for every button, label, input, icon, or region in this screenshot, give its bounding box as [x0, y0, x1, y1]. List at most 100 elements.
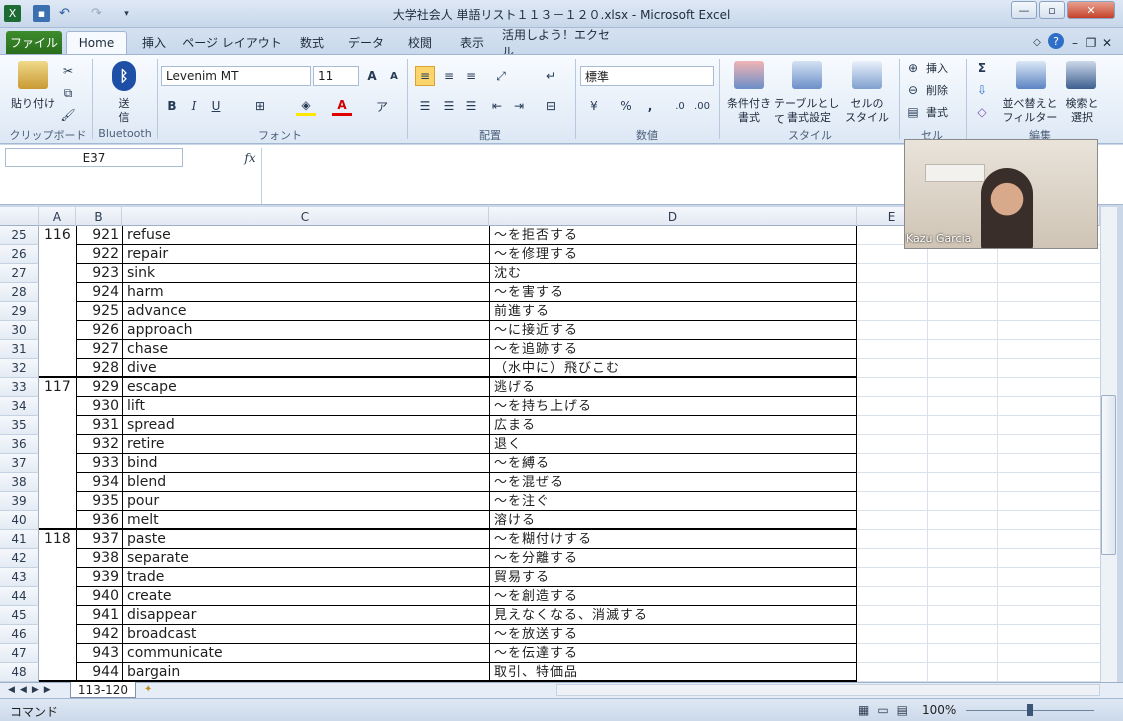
row-header[interactable]: 38 [0, 473, 39, 492]
tab-review[interactable]: 校閲 [398, 31, 442, 54]
bluetooth-icon[interactable]: ᛒ [112, 61, 136, 91]
grow-font-button[interactable]: A [362, 66, 382, 86]
cell-word[interactable]: dive [122, 359, 489, 378]
cell-meaning[interactable]: ～を追跡する [489, 340, 857, 359]
tab-page-layout[interactable]: ページ レイアウト [182, 31, 282, 54]
cell-group[interactable] [39, 359, 76, 378]
cell-number[interactable]: 940 [76, 587, 122, 606]
cell-meaning[interactable]: ～を修理する [489, 245, 857, 264]
cell-meaning[interactable]: 見えなくなる、消滅する [489, 606, 857, 625]
font-size-select[interactable]: 11 [313, 66, 359, 86]
cell-group[interactable]: 117 [39, 378, 76, 397]
cell-meaning[interactable]: ～を糊付けする [489, 530, 857, 549]
cell-word[interactable]: pour [122, 492, 489, 511]
cell-meaning[interactable]: 貿易する [489, 568, 857, 587]
row-header[interactable]: 28 [0, 283, 39, 302]
tab-insert[interactable]: 挿入 [132, 31, 176, 54]
cell-group[interactable] [39, 302, 76, 321]
align-left-icon[interactable]: ☰ [415, 96, 435, 116]
cell-meaning[interactable]: ～を伝達する [489, 644, 857, 663]
find-select-icon[interactable] [1066, 61, 1096, 89]
cell-number[interactable]: 924 [76, 283, 122, 302]
cell-word[interactable]: retire [122, 435, 489, 454]
wrap-text-icon[interactable]: ↵ [541, 66, 561, 86]
row-header[interactable]: 27 [0, 264, 39, 283]
row-header[interactable]: 34 [0, 397, 39, 416]
autosum-button[interactable]: Σ [972, 58, 992, 78]
cell-group[interactable]: 118 [39, 530, 76, 549]
cell-meaning[interactable]: （水中に）飛びこむ [489, 359, 857, 378]
cell-number[interactable]: 942 [76, 625, 122, 644]
conditional-format-label-2[interactable]: 書式 [722, 109, 776, 125]
cell-group[interactable] [39, 568, 76, 587]
cell-number[interactable]: 934 [76, 473, 122, 492]
cell-meaning[interactable]: ～に接近する [489, 321, 857, 340]
underline-button[interactable]: U [206, 96, 226, 116]
cell-group[interactable] [39, 454, 76, 473]
cell-group[interactable] [39, 264, 76, 283]
cell-meaning[interactable]: 沈む [489, 264, 857, 283]
comma-button[interactable]: , [640, 96, 660, 116]
cell-meaning[interactable]: ～を創造する [489, 587, 857, 606]
help-icon[interactable]: ? [1048, 33, 1064, 49]
insert-function-button[interactable]: fx [241, 148, 259, 167]
worksheet-grid[interactable]: 25 116 921 refuse ～を拒否する 26 922 repair ～を修理する 27 9… [0, 226, 1100, 682]
cell-group[interactable] [39, 435, 76, 454]
cell-group[interactable] [39, 549, 76, 568]
cell-word[interactable]: paste [122, 530, 489, 549]
sheet-nav-arrows-icon[interactable]: ◀◀▶▶ [8, 685, 56, 695]
border-icon[interactable]: ⊞ [250, 96, 270, 116]
row-header[interactable]: 46 [0, 625, 39, 644]
number-format-select[interactable]: 標準 [580, 66, 714, 86]
cell-number[interactable]: 937 [76, 530, 122, 549]
cell-meaning[interactable]: ～を分離する [489, 549, 857, 568]
increase-decimal-icon[interactable]: .0 [670, 96, 690, 116]
orientation-icon[interactable]: ⤢ [491, 66, 511, 86]
cell-word[interactable]: chase [122, 340, 489, 359]
tab-file[interactable]: ファイル [6, 31, 62, 54]
cell-word[interactable]: refuse [122, 226, 489, 245]
fill-color-icon[interactable]: ◈ [296, 96, 316, 116]
cell-number[interactable]: 933 [76, 454, 122, 473]
cell-group[interactable] [39, 644, 76, 663]
cell-number[interactable]: 943 [76, 644, 122, 663]
tab-formulas[interactable]: 数式 [290, 31, 334, 54]
cell-word[interactable]: spread [122, 416, 489, 435]
insert-cells-button[interactable]: 挿入 [922, 60, 952, 76]
font-name-select[interactable]: Levenim MT [161, 66, 311, 86]
column-header-d[interactable]: D [489, 207, 857, 226]
fill-icon[interactable]: ⇩ [972, 80, 992, 100]
cell-word[interactable]: advance [122, 302, 489, 321]
clear-icon[interactable]: ◇ [972, 102, 992, 122]
increase-indent-icon[interactable]: ⇥ [509, 96, 529, 116]
name-box[interactable]: E37 [5, 148, 183, 167]
cell-number[interactable]: 928 [76, 359, 122, 378]
format-as-table-label-2[interactable]: 書式設定 [774, 109, 844, 125]
cell-word[interactable]: harm [122, 283, 489, 302]
vertical-scroll-thumb[interactable] [1101, 395, 1116, 555]
cell-group[interactable] [39, 416, 76, 435]
cell-word[interactable]: bargain [122, 663, 489, 682]
cell-group[interactable] [39, 340, 76, 359]
sort-filter-label-2[interactable]: フィルター [1000, 109, 1060, 125]
row-header[interactable]: 25 [0, 226, 39, 245]
align-center-icon[interactable]: ☰ [439, 96, 459, 116]
cell-word[interactable]: repair [122, 245, 489, 264]
cell-meaning[interactable]: 溶ける [489, 511, 857, 530]
cell-word[interactable]: approach [122, 321, 489, 340]
cell-word[interactable]: separate [122, 549, 489, 568]
format-cells-icon[interactable]: ▤ [903, 102, 923, 122]
find-select-label-2[interactable]: 選択 [1060, 109, 1104, 125]
cell-meaning[interactable]: ～を混ぜる [489, 473, 857, 492]
format-as-table-icon[interactable] [792, 61, 822, 89]
cell-styles-label-2[interactable]: スタイル [842, 109, 892, 125]
cell-word[interactable]: disappear [122, 606, 489, 625]
cell-group[interactable] [39, 283, 76, 302]
cell-styles-icon[interactable] [852, 61, 882, 89]
row-header[interactable]: 43 [0, 568, 39, 587]
cell-word[interactable]: sink [122, 264, 489, 283]
row-header[interactable]: 30 [0, 321, 39, 340]
row-header[interactable]: 39 [0, 492, 39, 511]
cell-meaning[interactable]: 取引、特価品 [489, 663, 857, 682]
cell-word[interactable]: create [122, 587, 489, 606]
